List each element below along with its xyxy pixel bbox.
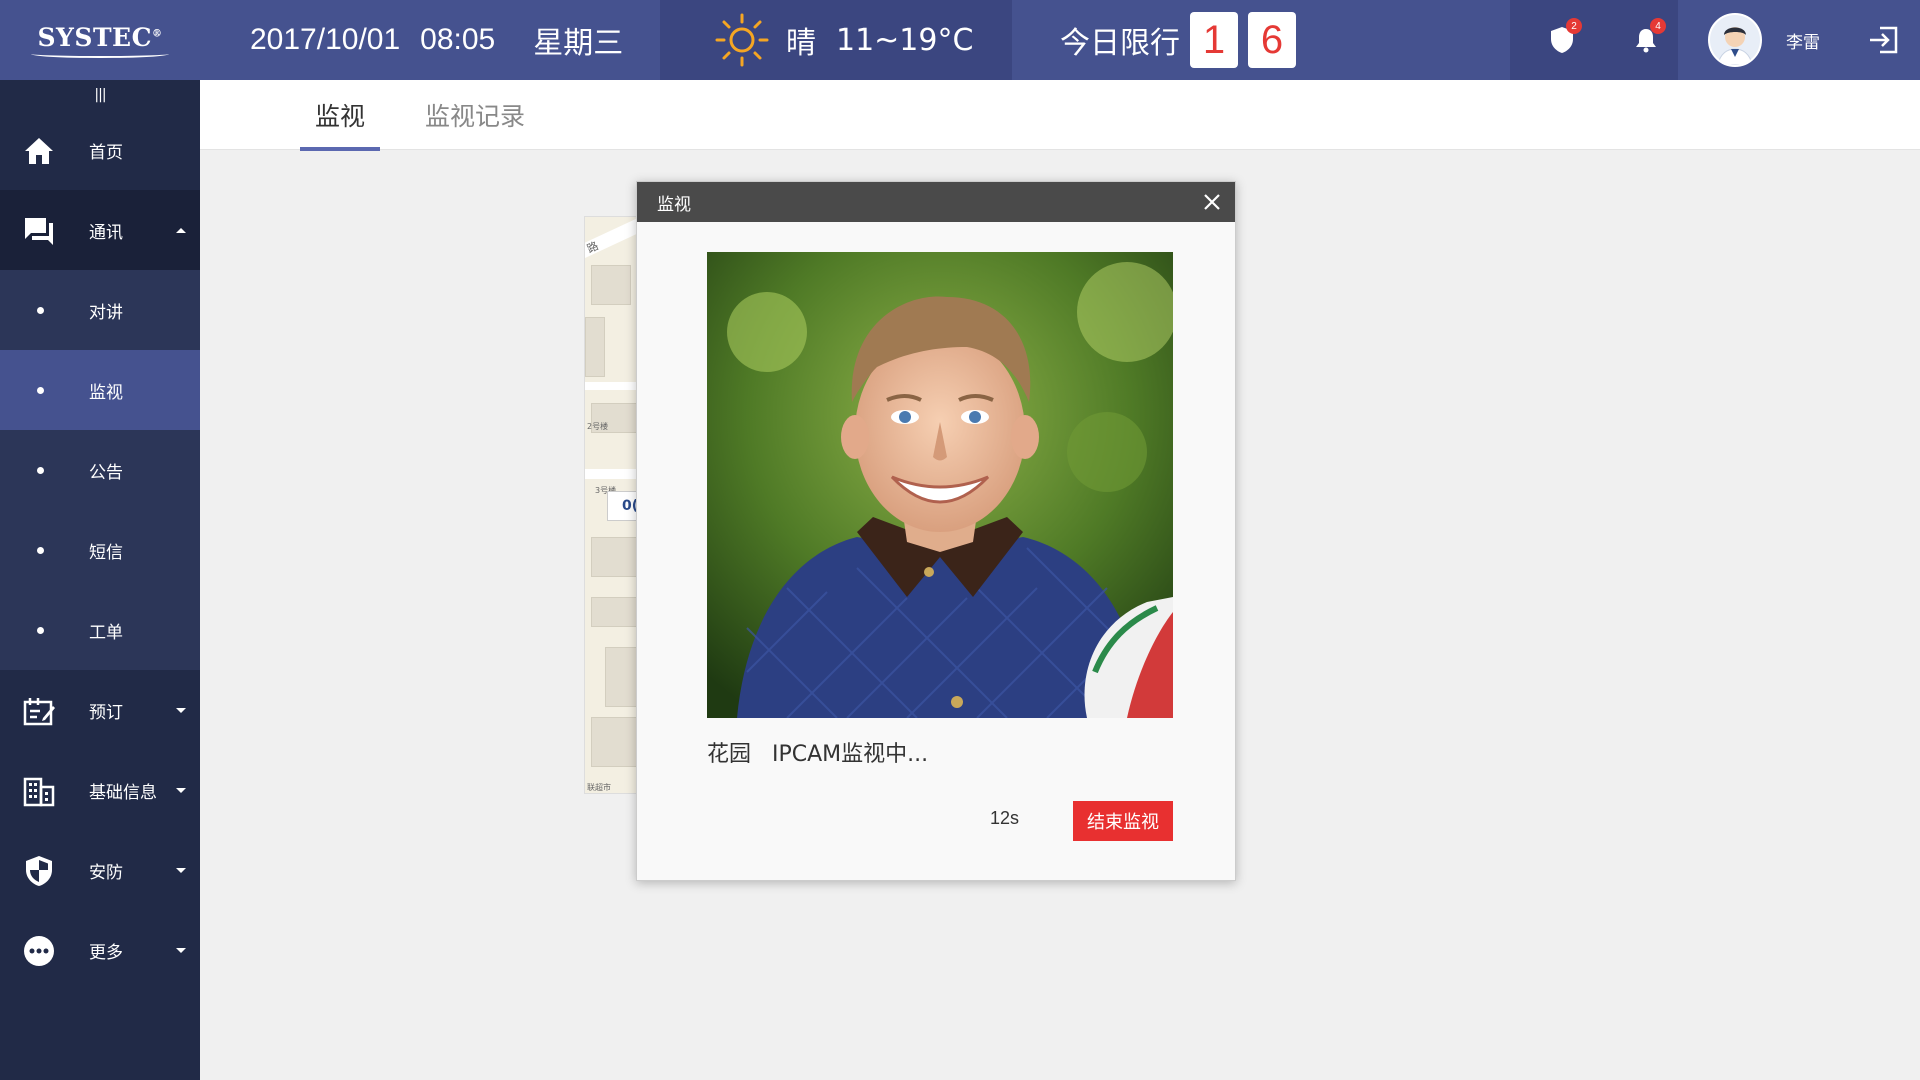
dialog-header: 监视 bbox=[637, 182, 1235, 222]
end-monitor-button[interactable]: 结束监视 bbox=[1073, 801, 1173, 841]
date-text: 2017/10/01 bbox=[250, 23, 401, 56]
tab-bar: 监视 监视记录 bbox=[200, 80, 1920, 151]
sidebar-item-label: 通讯 bbox=[89, 222, 123, 243]
caret-down-icon bbox=[176, 948, 186, 953]
map-poi-label: 联超市 bbox=[587, 783, 611, 792]
sidebar-item-label: 监视 bbox=[89, 382, 123, 403]
time-text: 08:05 bbox=[420, 23, 496, 56]
caret-down-icon bbox=[176, 708, 186, 713]
caret-down-icon bbox=[176, 788, 186, 793]
camera-status-caption: 花园 IPCAM监视中... bbox=[707, 742, 929, 767]
sidebar-item-label: 短信 bbox=[89, 542, 123, 563]
map-view[interactable]: 路 2号楼 3号楼 0( 联超市 bbox=[584, 216, 640, 794]
tab-monitor-records[interactable]: 监视记录 bbox=[410, 80, 540, 150]
limit-label: 今日限行 bbox=[1060, 26, 1180, 61]
sun-icon bbox=[715, 13, 769, 67]
top-header: SYSTEC® 2017/10/01 08:05 星期三 晴 11~19°C 今… bbox=[0, 0, 1920, 80]
alarm-button[interactable]: 2 bbox=[1544, 18, 1582, 58]
datetime-display: 2017/10/01 08:05 星期三 bbox=[250, 0, 623, 80]
sidebar-item-label: 更多 bbox=[89, 942, 123, 963]
traffic-limit: 今日限行 1 6 bbox=[1012, 0, 1296, 80]
countdown-timer: 12s bbox=[990, 808, 1020, 828]
map-building-label: 2号楼 bbox=[587, 422, 609, 431]
bullet-icon bbox=[37, 466, 44, 474]
notification-badge: 4 bbox=[1650, 18, 1666, 34]
sidebar-item-label: 预订 bbox=[89, 702, 123, 723]
sidebar-item-more[interactable]: 更多 bbox=[0, 910, 200, 990]
limit-number-1: 1 bbox=[1190, 12, 1238, 68]
notification-button[interactable]: 4 bbox=[1628, 18, 1666, 58]
sidebar-item-label: 基础信息 bbox=[89, 782, 157, 803]
sidebar-item-label: 工单 bbox=[89, 622, 123, 643]
alarm-badge: 2 bbox=[1566, 18, 1582, 34]
home-icon bbox=[25, 138, 53, 164]
bullet-icon bbox=[37, 306, 44, 314]
caret-down-icon bbox=[176, 868, 186, 873]
more-icon bbox=[24, 936, 54, 966]
bullet-icon bbox=[37, 626, 44, 634]
user-avatar-icon bbox=[1710, 15, 1760, 65]
sidebar-item-label: 安防 bbox=[89, 862, 123, 883]
weather-widget: 晴 11~19°C bbox=[660, 0, 1012, 80]
sidebar-item-home[interactable]: 首页 bbox=[0, 110, 200, 190]
sidebar-submenu-communication: 对讲 监视 公告 短信 工单 bbox=[0, 270, 200, 670]
sidebar-item-security[interactable]: 安防 bbox=[0, 830, 200, 910]
bullet-icon bbox=[37, 546, 44, 554]
shield-icon bbox=[26, 856, 52, 886]
sidebar-item-booking[interactable]: 预订 bbox=[0, 670, 200, 750]
building-icon bbox=[23, 777, 55, 807]
logo[interactable]: SYSTEC® bbox=[0, 0, 200, 80]
limit-number-2: 6 bbox=[1248, 12, 1296, 68]
weather-condition: 晴 bbox=[786, 26, 816, 61]
sidebar-item-work-order[interactable]: 工单 bbox=[0, 590, 200, 670]
dialog-title: 监视 bbox=[657, 194, 691, 215]
temperature-text: 11~19°C bbox=[836, 22, 974, 58]
weekday-text: 星期三 bbox=[533, 26, 624, 61]
sidebar-item-basic-info[interactable]: 基础信息 bbox=[0, 750, 200, 830]
sidebar-item-intercom[interactable]: 对讲 bbox=[0, 270, 200, 350]
camera-feed-boy-image bbox=[707, 252, 1173, 718]
monitor-dialog: 监视 花园 IPCAM监视中... 12s 结束监视 bbox=[636, 181, 1236, 881]
sidebar-item-monitor[interactable]: 监视 bbox=[0, 350, 200, 430]
sidebar-item-announcement[interactable]: 公告 bbox=[0, 430, 200, 510]
sidebar: ||| 首页 通讯 对讲 监视 公告 短信 工单 预订 基础信息 安防 更多 bbox=[0, 80, 200, 1080]
bullet-icon bbox=[37, 386, 44, 394]
sidebar-item-label: 公告 bbox=[89, 462, 123, 483]
header-actions: 2 4 bbox=[1510, 0, 1678, 80]
sidebar-item-label: 对讲 bbox=[89, 302, 123, 323]
sidebar-item-sms[interactable]: 短信 bbox=[0, 510, 200, 590]
tab-monitor[interactable]: 监视 bbox=[300, 80, 380, 151]
sidebar-item-label: 首页 bbox=[89, 142, 123, 163]
caret-up-icon bbox=[176, 228, 186, 233]
logout-icon bbox=[1870, 26, 1898, 54]
username[interactable]: 李雷 bbox=[1786, 0, 1820, 80]
booking-icon bbox=[23, 698, 55, 726]
sidebar-item-communication[interactable]: 通讯 bbox=[0, 190, 200, 270]
logout-button[interactable] bbox=[1866, 22, 1902, 58]
avatar[interactable] bbox=[1708, 13, 1762, 67]
sidebar-collapse-button[interactable]: ||| bbox=[0, 80, 200, 110]
chat-icon bbox=[25, 218, 53, 245]
close-icon[interactable] bbox=[1201, 191, 1223, 213]
